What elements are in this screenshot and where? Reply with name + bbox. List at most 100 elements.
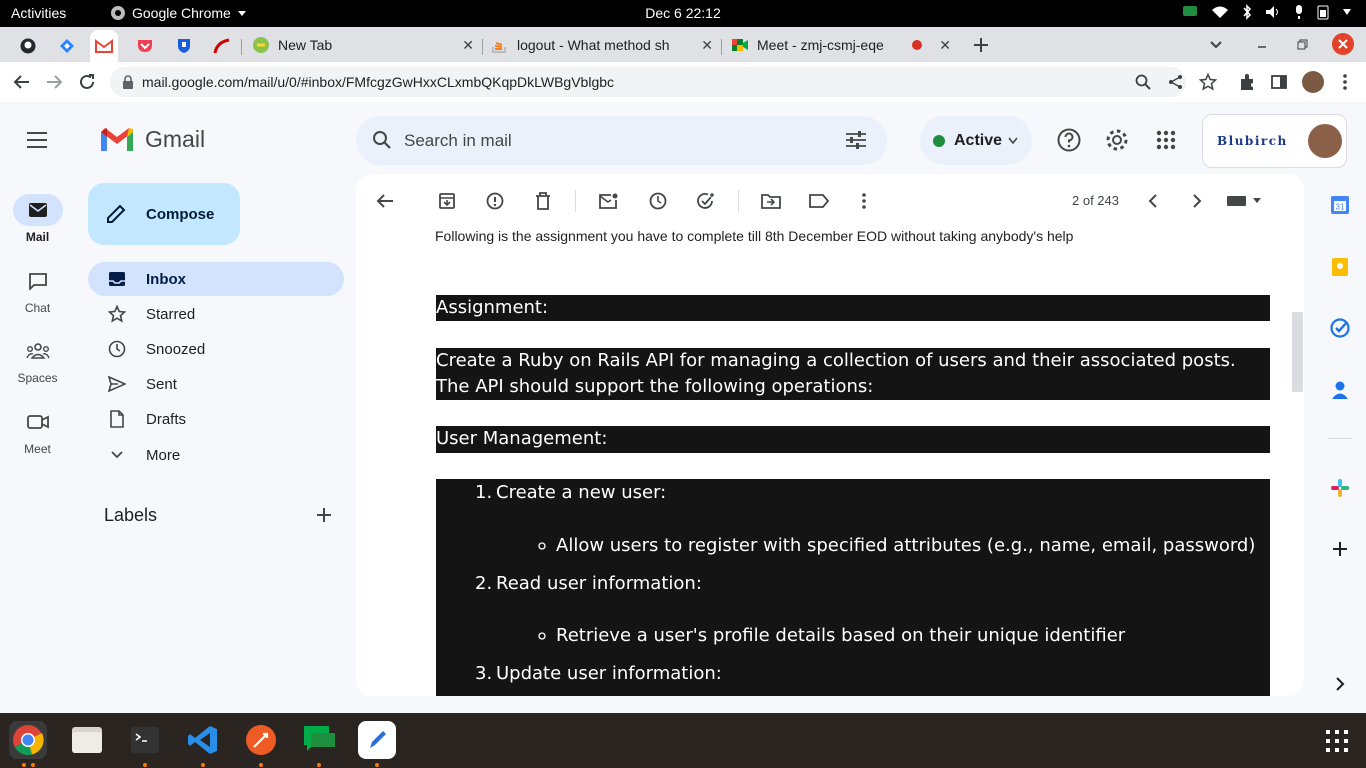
nav-more[interactable]: More	[88, 438, 344, 472]
move-to-button[interactable]	[759, 189, 783, 213]
compose-button[interactable]: Compose	[88, 183, 240, 245]
input-tools-button[interactable]	[1227, 189, 1261, 213]
add-to-tasks-button[interactable]	[694, 189, 718, 213]
calendar-icon: 31	[1331, 196, 1349, 214]
close-tab-icon[interactable]: ✕	[939, 37, 951, 54]
postman-icon	[246, 725, 276, 755]
pagination-count: 2 of 243	[1072, 193, 1119, 208]
contacts-app-button[interactable]	[1325, 375, 1355, 405]
dock-google-chat[interactable]	[300, 721, 338, 759]
labels-button[interactable]	[807, 189, 831, 213]
pinned-tab-rails[interactable]	[208, 33, 236, 59]
toolbar-divider	[738, 190, 739, 212]
rail-meet[interactable]: Meet	[0, 406, 75, 456]
nav-drafts[interactable]: Drafts	[88, 402, 344, 436]
nav-sent[interactable]: Sent	[88, 367, 344, 401]
address-bar[interactable]: mail.google.com/mail/u/0/#inbox/FMfcgzGw…	[110, 67, 1186, 97]
back-to-inbox-button[interactable]	[373, 189, 397, 213]
chevron-down-icon	[111, 451, 123, 459]
dock-vscode[interactable]	[184, 721, 222, 759]
system-tray[interactable]	[1182, 4, 1352, 20]
restore-icon	[1297, 39, 1308, 50]
app-menu[interactable]: Google Chrome	[110, 5, 247, 21]
newer-button[interactable]	[1141, 189, 1165, 213]
gmail-logo[interactable]: Gmail	[99, 126, 205, 153]
dock-postman[interactable]	[242, 721, 280, 759]
dock-text-editor[interactable]	[358, 721, 396, 759]
draft-icon	[110, 410, 124, 428]
close-window-button[interactable]	[1332, 33, 1354, 55]
nav-snoozed[interactable]: Snoozed	[88, 332, 344, 366]
more-vert-icon[interactable]	[1342, 73, 1348, 91]
dock-terminal[interactable]	[126, 721, 164, 759]
dock-chrome[interactable]	[9, 721, 47, 759]
nav-label: Starred	[146, 305, 196, 323]
tab-title: New Tab	[278, 37, 333, 53]
show-side-panel-button[interactable]	[1325, 669, 1355, 699]
show-apps-grid-icon[interactable]	[1326, 730, 1348, 752]
terminal-icon	[131, 727, 159, 753]
main-menu-icon[interactable]	[26, 131, 48, 149]
apps-grid-icon[interactable]	[1156, 130, 1176, 150]
older-button[interactable]	[1185, 189, 1209, 213]
report-spam-button[interactable]	[483, 189, 507, 213]
nav-label: Drafts	[146, 410, 187, 428]
tab-stackoverflow[interactable]: logout - What method sh ✕	[491, 32, 713, 58]
pinned-tab-pocket[interactable]	[131, 33, 159, 59]
archive-button[interactable]	[435, 189, 459, 213]
list-item-title: Update user information:	[496, 663, 722, 684]
tab-new-tab[interactable]: New Tab ✕	[252, 32, 474, 58]
nav-starred[interactable]: Starred	[88, 297, 344, 331]
filter-options-icon[interactable]	[845, 130, 867, 150]
close-tab-icon[interactable]: ✕	[462, 37, 474, 54]
profile-avatar[interactable]	[1302, 71, 1324, 93]
rail-spaces[interactable]: Spaces	[0, 335, 75, 385]
reload-icon[interactable]	[78, 73, 96, 91]
help-icon[interactable]	[1057, 128, 1081, 152]
nav-inbox[interactable]: Inbox	[88, 262, 344, 296]
snooze-button[interactable]	[646, 189, 670, 213]
new-tab-button[interactable]	[973, 32, 993, 58]
tab-meet[interactable]: Meet - zmj-csmj-eqe ✕	[731, 32, 951, 58]
tab-search-button[interactable]	[1209, 32, 1223, 58]
search-bar[interactable]: Search in mail	[356, 116, 887, 165]
settings-gear-icon[interactable]	[1105, 128, 1129, 152]
slack-addon-button[interactable]	[1325, 473, 1355, 503]
rail-mail[interactable]: Mail	[0, 194, 75, 244]
delete-button[interactable]	[531, 189, 555, 213]
restore-button[interactable]	[1296, 32, 1310, 58]
get-addons-button[interactable]	[1325, 534, 1355, 564]
activities-button[interactable]: Activities	[11, 5, 66, 21]
star-bookmark-icon[interactable]	[1199, 73, 1217, 91]
back-icon[interactable]	[13, 73, 31, 91]
search-input[interactable]: Search in mail	[404, 131, 512, 151]
forward-icon[interactable]	[45, 73, 63, 91]
gmail-tab-icon	[95, 39, 113, 53]
add-label-icon[interactable]	[316, 507, 332, 523]
tasks-app-button[interactable]	[1325, 313, 1355, 343]
pinned-tab-github[interactable]	[14, 33, 42, 59]
close-tab-icon[interactable]: ✕	[701, 37, 713, 54]
side-panel-icon[interactable]	[1270, 73, 1288, 91]
minimize-button[interactable]	[1256, 32, 1270, 58]
pinned-tab-jira[interactable]	[53, 33, 81, 59]
status-selector[interactable]: Active	[920, 116, 1032, 165]
dock-files[interactable]	[68, 721, 106, 759]
nav-label: Inbox	[146, 270, 186, 288]
mark-unread-icon	[599, 193, 618, 209]
pinned-tab-bitwarden[interactable]	[170, 33, 198, 59]
zoom-icon[interactable]	[1135, 74, 1151, 90]
share-icon[interactable]	[1168, 74, 1184, 90]
video-camera-icon	[26, 415, 49, 429]
rail-label: Spaces	[17, 371, 58, 385]
list-item-title: Create a new user:	[496, 482, 667, 503]
calendar-app-button[interactable]: 31	[1325, 190, 1355, 220]
extensions-icon[interactable]	[1238, 73, 1256, 91]
pinned-tab-gmail[interactable]	[90, 30, 118, 62]
search-icon[interactable]	[372, 130, 392, 150]
keep-app-button[interactable]	[1325, 252, 1355, 282]
rail-chat[interactable]: Chat	[0, 265, 75, 315]
mark-unread-button[interactable]	[597, 189, 621, 213]
message-scrollbar[interactable]	[1292, 312, 1303, 392]
more-options-button[interactable]	[852, 189, 876, 213]
